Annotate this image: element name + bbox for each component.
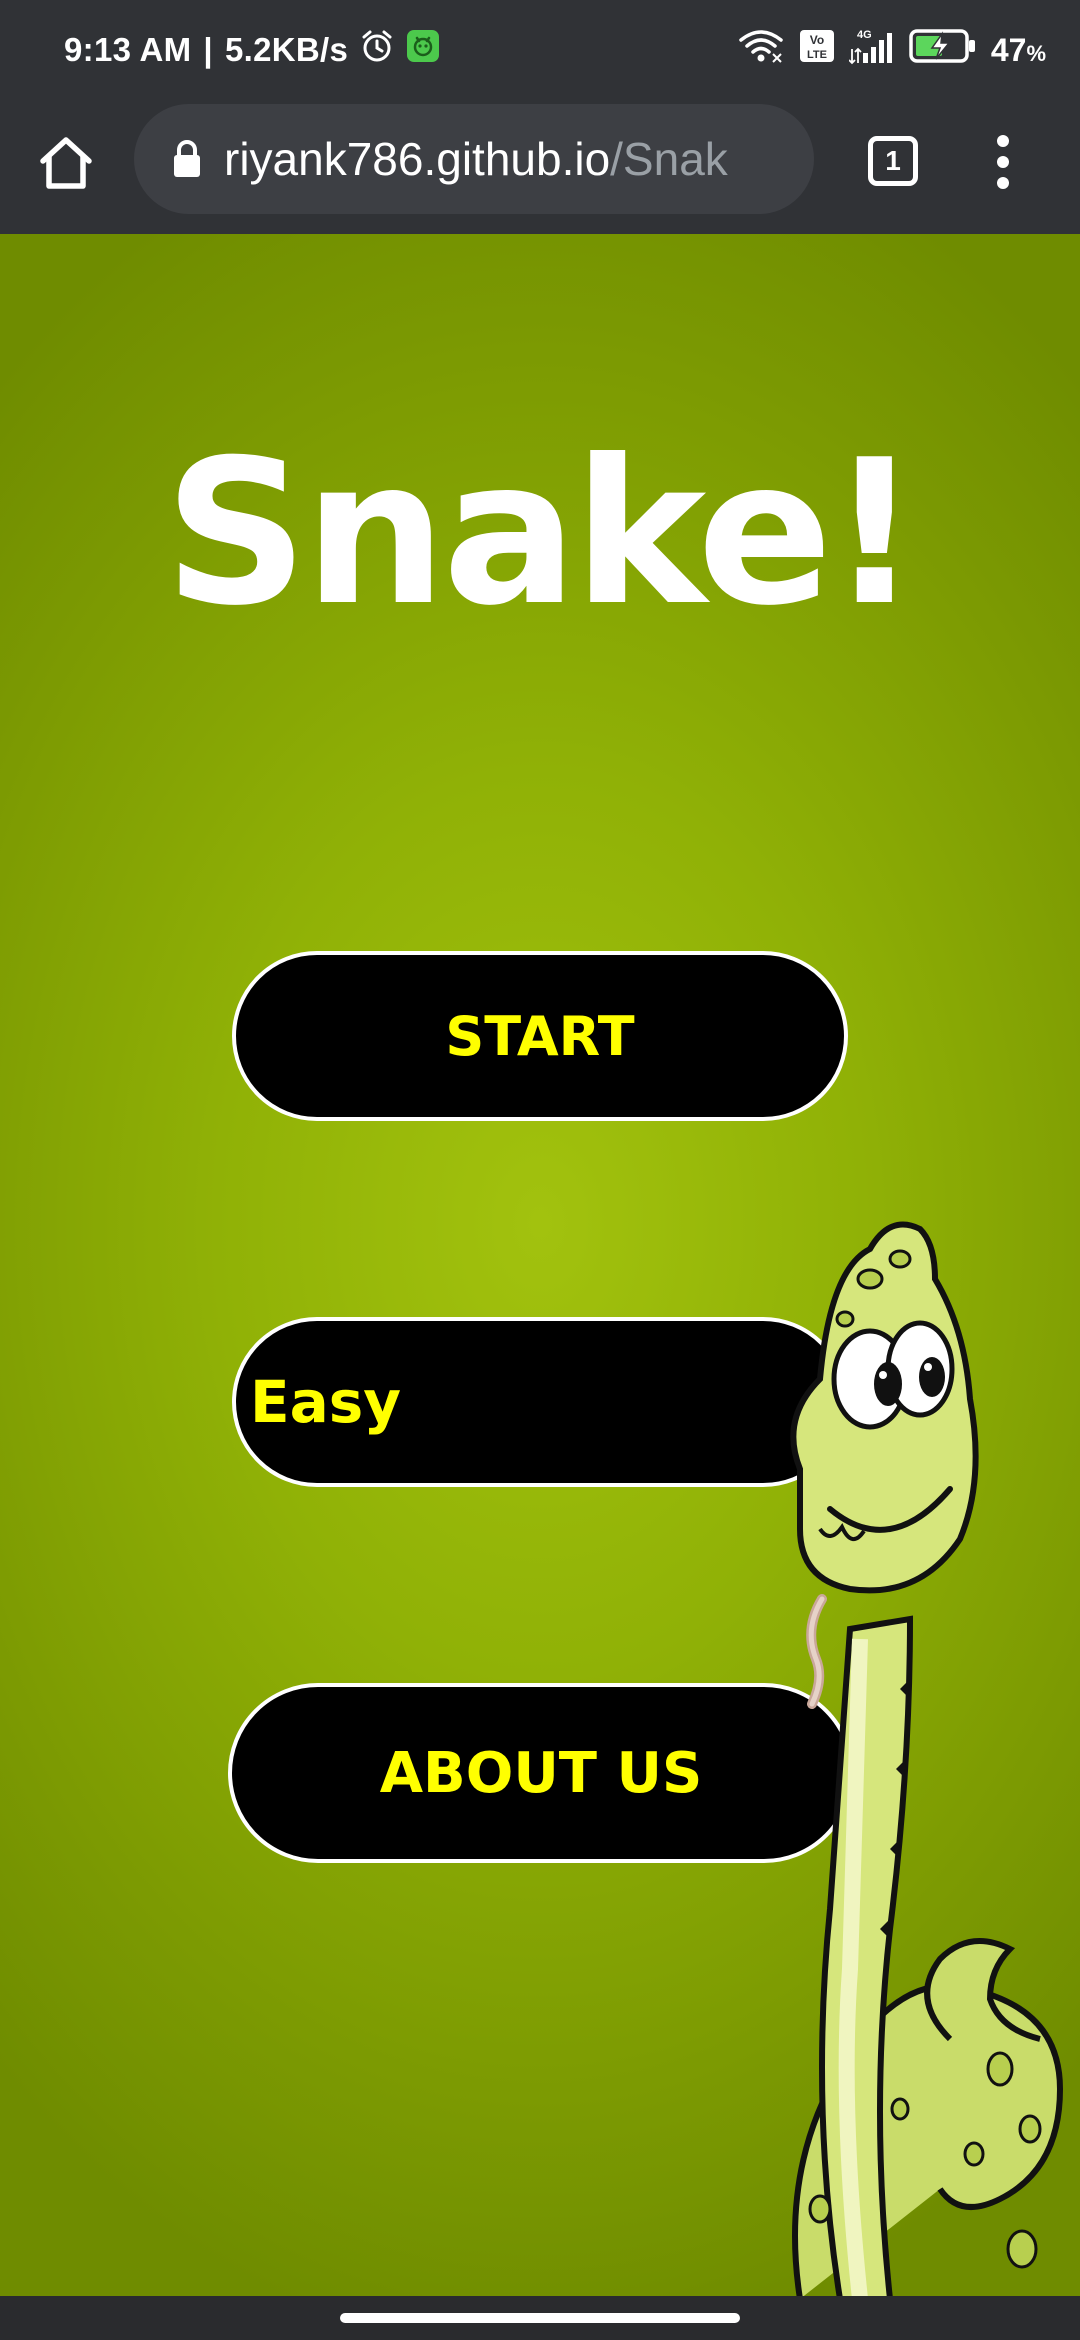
volte-icon: Vo LTE (799, 29, 835, 71)
home-icon (40, 137, 92, 189)
difficulty-select[interactable]: Easy (232, 1317, 848, 1487)
status-bar: 9:13 AM | 5.2KB/s Vo LTE 4G 47% (0, 0, 1080, 100)
network-speed: 5.2KB/s (224, 31, 349, 68)
alarm-icon (360, 29, 394, 71)
difficulty-selected-value: Easy (250, 1368, 402, 1436)
status-right-group: Vo LTE 4G 47% (737, 28, 1046, 72)
menu-dot (997, 156, 1009, 168)
home-button[interactable] (30, 127, 102, 199)
gesture-handle[interactable] (340, 2313, 740, 2323)
url-path: /Snak (610, 133, 728, 185)
browser-toolbar: riyank786.github.io/Snak 1 (0, 100, 1080, 234)
battery-percent: 47% (990, 31, 1046, 68)
url-text: riyank786.github.io/Snak (224, 132, 728, 186)
status-left-group: 9:13 AM | 5.2KB/s (64, 28, 440, 72)
overflow-menu-icon[interactable] (980, 122, 1026, 202)
page-title: Snake! (164, 417, 920, 650)
snake-illustration (790, 1221, 1064, 2296)
signal-icon: 4G (848, 27, 895, 73)
menu-dot (997, 135, 1009, 147)
svg-text:LTE: LTE (807, 49, 827, 61)
tabs-icon: 1 (868, 136, 918, 186)
menu-dot (997, 177, 1009, 189)
notification-app-icon (406, 29, 440, 71)
game-page: Snake! START Easy ABOUT US (0, 234, 1080, 2296)
tabs-button[interactable]: 1 (862, 130, 924, 192)
lock-icon (174, 140, 200, 177)
svg-text:4G: 4G (857, 29, 872, 41)
tab-count: 1 (885, 145, 901, 176)
svg-text:Vo: Vo (810, 33, 824, 47)
start-button[interactable]: START (232, 951, 848, 1121)
battery-charging-icon (909, 28, 977, 72)
address-bar[interactable]: riyank786.github.io/Snak (134, 104, 814, 214)
navigation-bar (0, 2296, 1080, 2340)
status-time: 9:13 AM (64, 31, 192, 68)
status-separator: | (203, 31, 213, 68)
wifi-icon (737, 28, 785, 72)
url-host: riyank786.github.io (224, 133, 611, 185)
